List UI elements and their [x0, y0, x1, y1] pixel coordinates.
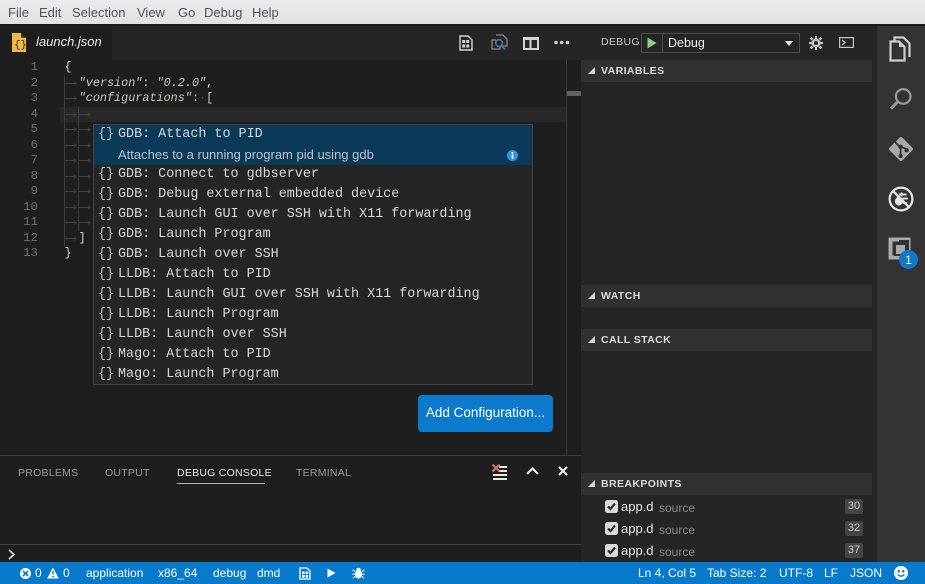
svg-text:{}: {}	[14, 40, 26, 52]
svg-text:1: 1	[905, 253, 912, 267]
